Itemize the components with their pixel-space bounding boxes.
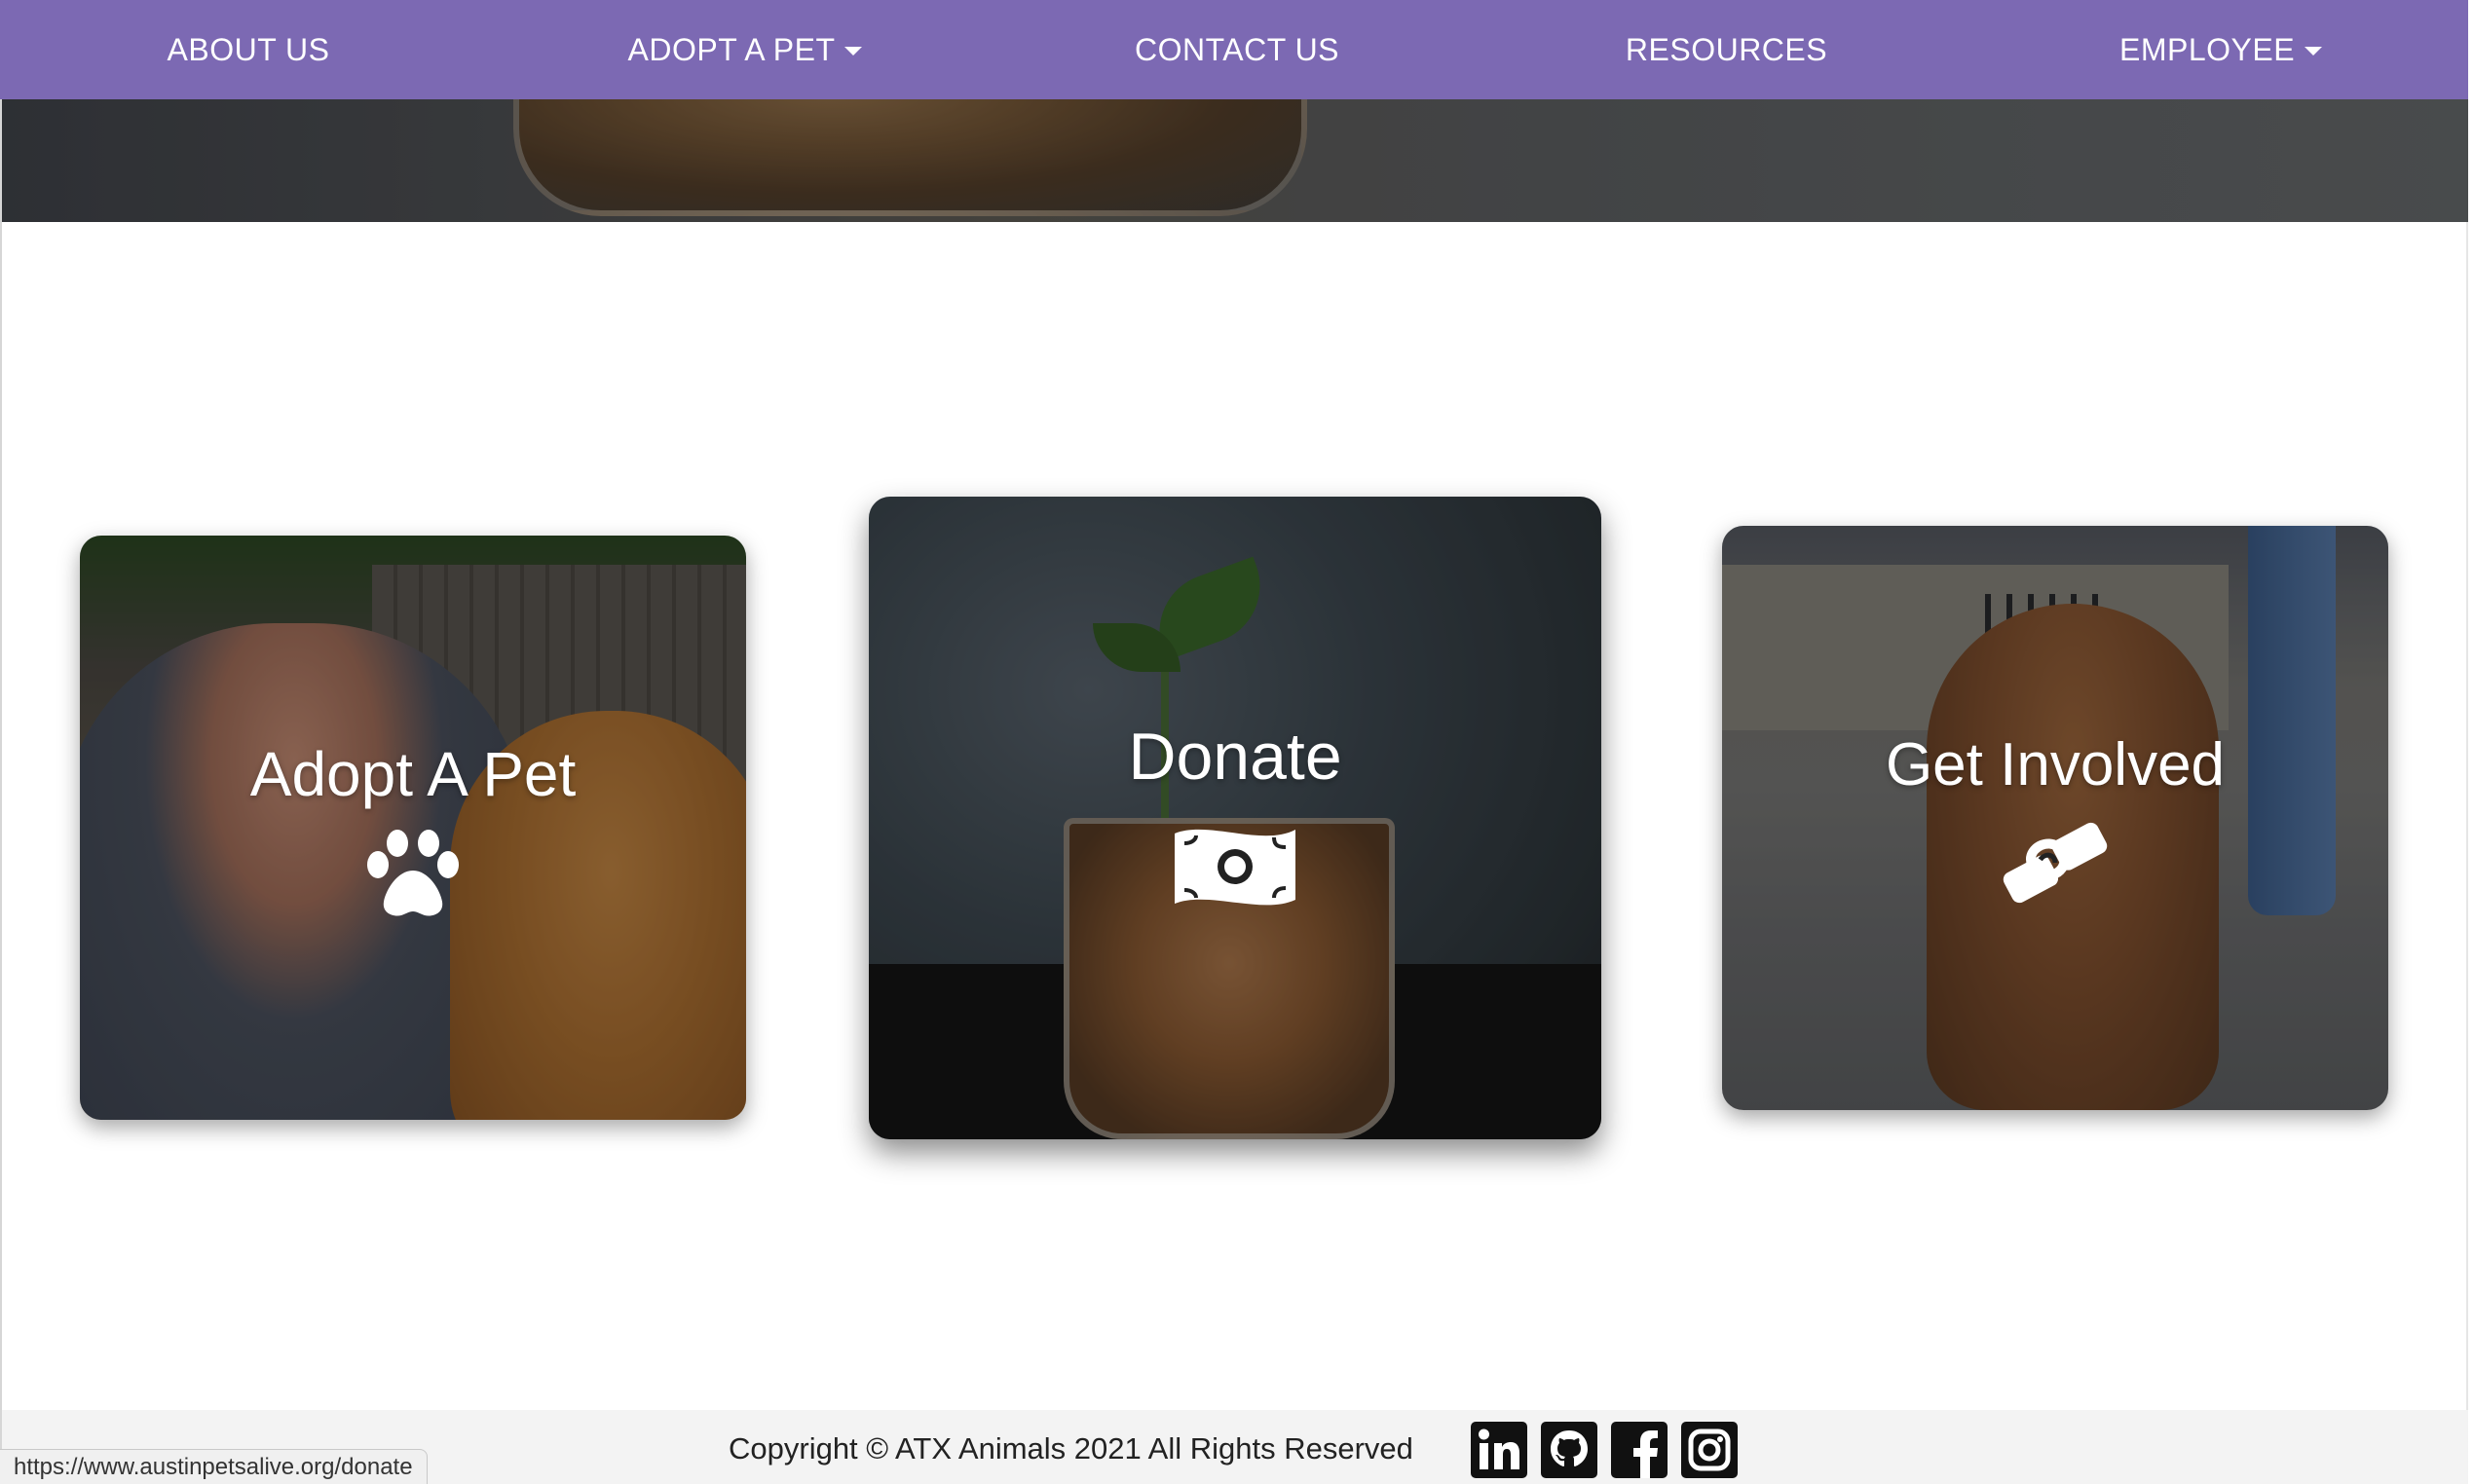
nav-employee-dropdown[interactable]: EMPLOYEE xyxy=(2094,0,2347,99)
page-border xyxy=(2466,222,2468,1410)
facebook-icon[interactable] xyxy=(1611,1422,1668,1478)
get-involved-card-title: Get Involved xyxy=(1885,731,2226,798)
nav-contact-us[interactable]: CONTACT US xyxy=(1091,0,1383,99)
page-border xyxy=(0,99,2,1484)
adopt-card-title: Adopt A Pet xyxy=(249,739,577,809)
donate-card-title: Donate xyxy=(1128,720,1342,794)
browser-status-bar: https://www.austinpetsalive.org/donate xyxy=(0,1449,428,1484)
top-navbar: ABOUT US ADOPT A PET CONTACT US RESOURCE… xyxy=(0,0,2468,99)
handshake-icon xyxy=(2003,822,2108,904)
github-icon[interactable] xyxy=(1541,1422,1597,1478)
nav-employee-label: EMPLOYEE xyxy=(2118,31,2296,67)
nav-resources-label: RESOURCES xyxy=(1625,31,1828,67)
adopt-a-pet-card[interactable]: Adopt A Pet xyxy=(80,536,746,1120)
hero-banner-image xyxy=(2,99,2468,222)
nav-adopt-a-pet-dropdown[interactable]: ADOPT A PET xyxy=(584,0,906,99)
nav-about-us-label: ABOUT US xyxy=(167,31,330,67)
nav-adopt-a-pet-label: ADOPT A PET xyxy=(627,31,836,67)
linkedin-icon[interactable] xyxy=(1471,1422,1527,1478)
status-url: https://www.austinpetsalive.org/donate xyxy=(14,1453,413,1480)
instagram-icon[interactable] xyxy=(1681,1422,1738,1478)
nav-resources[interactable]: RESOURCES xyxy=(1597,0,1856,99)
get-involved-card[interactable]: Get Involved xyxy=(1722,526,2388,1110)
nav-contact-us-label: CONTACT US xyxy=(1134,31,1340,67)
money-bill-icon xyxy=(1175,829,1295,906)
nav-about-us[interactable]: ABOUT US xyxy=(117,0,380,99)
copyright-text: Copyright © ATX Animals 2021 All Rights … xyxy=(729,1431,1413,1465)
paw-icon xyxy=(367,830,459,916)
chevron-down-icon xyxy=(2305,46,2323,56)
donate-card[interactable]: Donate xyxy=(869,497,1601,1139)
chevron-down-icon xyxy=(844,46,863,56)
